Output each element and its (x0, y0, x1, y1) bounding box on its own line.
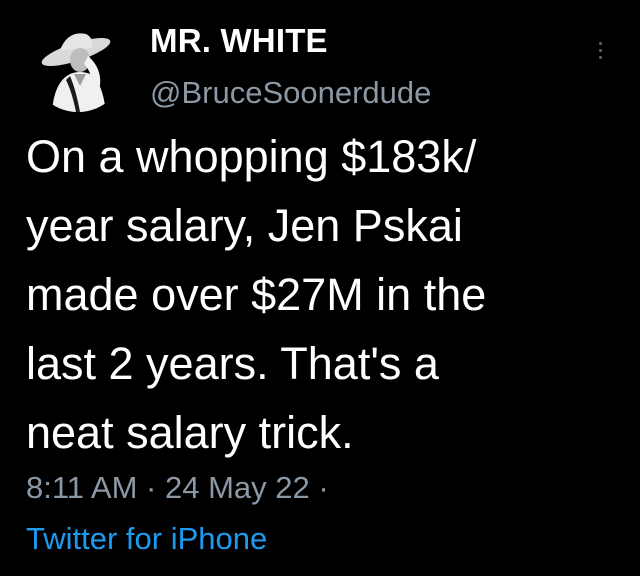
more-vertical-icon (598, 48, 602, 52)
avatar[interactable] (30, 16, 126, 112)
user-handle[interactable]: @BruceSoonerdude (150, 75, 431, 111)
more-vertical-icon (598, 55, 602, 59)
tweet-text-line: made over $27M in the (26, 269, 487, 320)
more-vertical-icon (598, 41, 602, 45)
display-name[interactable]: MR. WHITE (150, 22, 328, 60)
tweet-text-line: last 2 years. That's a (26, 338, 439, 389)
more-options-button[interactable] (586, 30, 614, 70)
tweet-text-line: year salary, Jen Pskai (26, 200, 463, 251)
meta-separator: · (137, 470, 165, 505)
meta-separator: · (309, 470, 329, 505)
tweet-text: On a whopping $183k/ year salary, Jen Ps… (26, 122, 616, 467)
tweet-text-line: On a whopping $183k/ (26, 131, 477, 182)
tweet-date[interactable]: 24 May 22 (165, 470, 310, 505)
tweet-source-link[interactable]: Twitter for iPhone (26, 521, 267, 557)
tweet-text-line: neat salary trick. (26, 407, 354, 458)
tweet-meta: 8:11 AM · 24 May 22 · (26, 470, 329, 506)
tweet-time[interactable]: 8:11 AM (26, 470, 137, 505)
tweet-card: MR. WHITE @BruceSoonerdude On a whopping… (0, 0, 640, 576)
avatar-image (30, 16, 126, 112)
